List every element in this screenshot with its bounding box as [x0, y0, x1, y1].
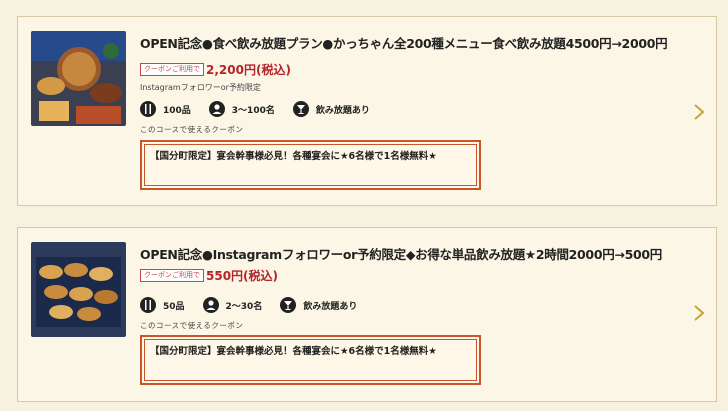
course-title[interactable]: OPEN記念●食べ飲み放題プラン●かっちゃん全200種メニュー食べ飲み放題450… — [140, 33, 680, 52]
cocktail-glass-icon — [280, 297, 297, 313]
drink-option: 飲み放題あり — [292, 101, 370, 117]
course-features: 100品 3～100名 飲み放題あり — [140, 99, 388, 119]
cocktail-glass-icon — [292, 101, 309, 117]
course-note: Instagramフォロワーor予約限定 — [140, 83, 261, 92]
course-card-1[interactable]: OPEN記念●食べ飲み放題プラン●かっちゃん全200種メニュー食べ飲み放題450… — [17, 16, 717, 206]
coupon-label: このコースで使えるクーポン — [140, 125, 244, 134]
coupon-badge: クーポンご利用で — [140, 269, 204, 282]
people-count: 2～30名 — [202, 297, 262, 313]
chevron-right-icon[interactable] — [692, 304, 706, 322]
course-title[interactable]: OPEN記念●Instagramフォロワーor予約限定◆お得な単品飲み放題★2時… — [140, 244, 680, 263]
course-card-2[interactable]: OPEN記念●Instagramフォロワーor予約限定◆お得な単品飲み放題★2時… — [17, 227, 717, 402]
course-photo[interactable] — [31, 242, 126, 337]
course-price: 2,200円(税込) — [206, 63, 291, 77]
course-features: 50品 2～30名 飲み放題あり — [140, 295, 375, 315]
coupon-text: 【国分町限定】宴会幹事様必見！各種宴会に★6名様で1名様無料★ — [150, 151, 437, 162]
drink-option: 飲み放題あり — [280, 297, 357, 313]
coupon-label: このコースで使えるクーポン — [140, 321, 244, 330]
coupon-text: 【国分町限定】宴会幹事様必見！各種宴会に★6名様で1名様無料★ — [150, 346, 437, 357]
chevron-right-icon[interactable] — [692, 103, 706, 121]
person-icon — [208, 101, 225, 117]
fork-knife-icon — [140, 101, 156, 117]
course-photo[interactable] — [31, 31, 126, 126]
person-icon — [202, 297, 219, 313]
fork-knife-icon — [140, 297, 156, 313]
people-count: 3～100名 — [208, 101, 275, 117]
coupon-box[interactable]: 【国分町限定】宴会幹事様必見！各種宴会に★6名様で1名様無料★ — [140, 140, 481, 190]
dishes-count: 100品 — [140, 101, 191, 117]
coupon-box[interactable]: 【国分町限定】宴会幹事様必見！各種宴会に★6名様で1名様無料★ — [140, 335, 481, 385]
dishes-count: 50品 — [140, 297, 185, 313]
course-price: 550円(税込) — [206, 269, 279, 283]
coupon-badge: クーポンご利用で — [140, 63, 204, 76]
